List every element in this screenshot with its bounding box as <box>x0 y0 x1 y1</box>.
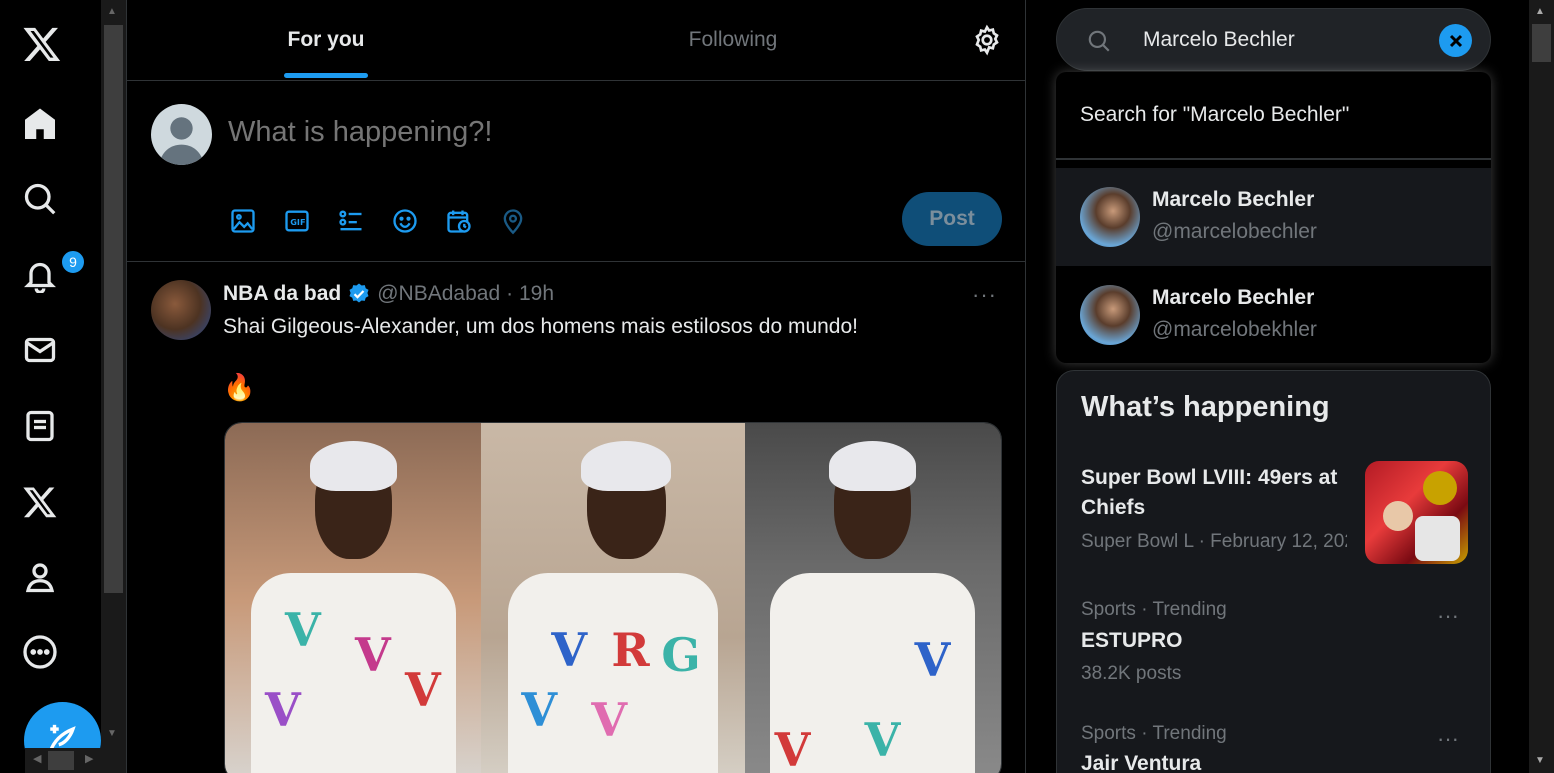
tweet[interactable]: NBA da bad @NBAdabad · 19h ··· Shai Gilg… <box>127 262 1026 773</box>
photo-subject-durag <box>581 440 671 491</box>
search-icon <box>1086 28 1112 54</box>
trend-more-icon[interactable]: ··· <box>1437 603 1459 629</box>
tweet-author-avatar[interactable] <box>151 280 211 340</box>
scroll-down-arrow-icon[interactable]: ▼ <box>107 728 117 739</box>
search-result-handle: @marcelobekhler <box>1152 318 1317 341</box>
active-tab-indicator <box>284 73 368 78</box>
avatar <box>1080 285 1140 345</box>
search-input[interactable] <box>1141 25 1431 55</box>
trend-name[interactable]: Jair Ventura <box>1081 752 1201 773</box>
post-composer: GIF Post <box>127 81 1026 262</box>
nav-scroll-thumb[interactable] <box>104 25 123 593</box>
search-bar[interactable] <box>1056 8 1491 71</box>
featured-trend-image[interactable] <box>1365 461 1468 564</box>
trend-post-count: 38.2K posts <box>1081 663 1182 684</box>
notifications-badge: 9 <box>60 249 86 275</box>
tweet-author-handle[interactable]: @NBAdabad <box>377 282 500 306</box>
featured-trend-title[interactable]: Super Bowl LVIII: 49ers at Chiefs <box>1081 463 1351 523</box>
emoji-icon[interactable] <box>389 205 421 237</box>
tweet-timestamp[interactable]: · 19h <box>506 282 554 306</box>
trend-category: Sports · Trending <box>1081 723 1227 744</box>
search-for-query-option[interactable]: Search for "Marcelo Bechler" <box>1056 72 1491 160</box>
trend-name[interactable]: ESTUPRO <box>1081 629 1183 653</box>
page-scroll-thumb[interactable] <box>1532 24 1551 62</box>
jacket-letter: V <box>591 693 628 747</box>
horizontal-scroll-thumb[interactable] <box>48 751 74 770</box>
poll-icon[interactable] <box>335 205 367 237</box>
gif-icon[interactable]: GIF <box>281 205 313 237</box>
nav-scrollbar[interactable]: ▲ ▼ <box>101 0 126 773</box>
image-detail <box>1415 516 1460 561</box>
tweet-header: NBA da bad @NBAdabad · 19h <box>223 282 554 306</box>
scroll-down-arrow-icon[interactable]: ▼ <box>1535 755 1545 766</box>
premium-x-icon[interactable] <box>22 472 102 532</box>
location-pin-icon[interactable] <box>497 205 529 237</box>
tweet-photo[interactable]: V V V V <box>225 423 482 773</box>
jacket-letter: V <box>521 683 558 737</box>
scroll-left-arrow-icon[interactable]: ◀ <box>33 752 41 765</box>
fire-emoji: 🔥 <box>223 372 256 402</box>
scroll-up-arrow-icon[interactable]: ▲ <box>1535 6 1545 17</box>
jacket-letter: G <box>661 628 701 682</box>
whats-happening-title: What’s happening <box>1081 391 1330 423</box>
whats-happening-panel: What’s happening Super Bowl LVIII: 49ers… <box>1056 370 1491 773</box>
photo-subject-durag <box>309 440 397 491</box>
avatar[interactable] <box>151 104 212 165</box>
tab-following[interactable]: Following <box>647 0 819 80</box>
app-root: 9 ◀ ▶ ▲ ▼ For you Following What is happ… <box>0 0 1554 773</box>
left-nav: 9 ◀ ▶ <box>0 0 101 773</box>
home-icon[interactable] <box>22 94 102 154</box>
media-image-icon[interactable] <box>227 205 259 237</box>
tweet-photo[interactable]: V V V <box>744 423 1001 773</box>
clear-search-icon[interactable] <box>1439 24 1472 57</box>
tweet-author-name[interactable]: NBA da bad <box>223 282 341 306</box>
search-result-handle: @marcelobechler <box>1152 220 1317 243</box>
more-options-icon[interactable] <box>22 622 102 682</box>
jacket-letter: V <box>864 713 901 767</box>
jacket-letter: V <box>914 633 951 687</box>
timeline: For you Following GIF <box>126 0 1026 773</box>
svg-text:GIF: GIF <box>290 217 305 227</box>
trend-more-icon[interactable]: ··· <box>1437 726 1459 752</box>
trend-category: Sports · Trending <box>1081 599 1227 620</box>
search-result-user[interactable]: Marcelo Bechler @marcelobechler <box>1056 168 1491 266</box>
jacket-letter: V <box>285 603 321 657</box>
scroll-up-arrow-icon[interactable]: ▲ <box>107 6 117 17</box>
schedule-icon[interactable] <box>443 205 475 237</box>
jacket-letter: V <box>405 663 441 717</box>
verified-badge-icon <box>347 282 371 306</box>
composer-toolbar: GIF <box>227 205 529 237</box>
timeline-tabs: For you Following <box>127 0 1026 81</box>
tweet-photo[interactable]: V R G V V <box>481 423 745 773</box>
lists-icon[interactable] <box>22 396 102 456</box>
search-result-user[interactable]: Marcelo Bechler @marcelobekhler <box>1056 266 1491 363</box>
image-detail <box>1423 471 1457 505</box>
jacket-letter: V <box>551 623 588 677</box>
jacket-letter: V <box>774 723 811 773</box>
post-button[interactable]: Post <box>902 192 1002 246</box>
messages-mail-icon[interactable] <box>22 320 102 380</box>
horizontal-scrollbar[interactable]: ◀ ▶ <box>25 748 101 773</box>
featured-trend-meta: Super Bowl L · February 12, 2024 <box>1081 531 1347 552</box>
search-result-name: Marcelo Bechler <box>1152 286 1315 309</box>
tweet-more-icon[interactable]: ··· <box>972 282 997 308</box>
avatar <box>1080 187 1140 247</box>
image-detail <box>1383 501 1413 531</box>
jacket-letter: V <box>355 628 391 682</box>
jacket-letter: R <box>611 623 650 677</box>
composer-input[interactable] <box>226 115 846 150</box>
photo-subject-durag <box>829 440 917 491</box>
settings-gear-icon[interactable] <box>971 24 1003 56</box>
tab-for-you[interactable]: For you <box>247 0 405 80</box>
profile-icon[interactable] <box>22 547 102 607</box>
tweet-media-gallery[interactable]: V V V V V R G V V V V V <box>224 422 1002 773</box>
search-suggestions-dropdown: Search for "Marcelo Bechler" Marcelo Bec… <box>1056 72 1491 363</box>
x-logo-icon[interactable] <box>22 14 102 74</box>
jacket-letter: V <box>265 683 301 737</box>
tweet-text: Shai Gilgeous-Alexander, um dos homens m… <box>223 315 859 338</box>
explore-search-icon[interactable] <box>22 169 102 229</box>
search-result-name: Marcelo Bechler <box>1152 188 1315 211</box>
scroll-right-arrow-icon[interactable]: ▶ <box>85 752 93 765</box>
page-scrollbar[interactable]: ▲ ▼ <box>1529 0 1554 773</box>
